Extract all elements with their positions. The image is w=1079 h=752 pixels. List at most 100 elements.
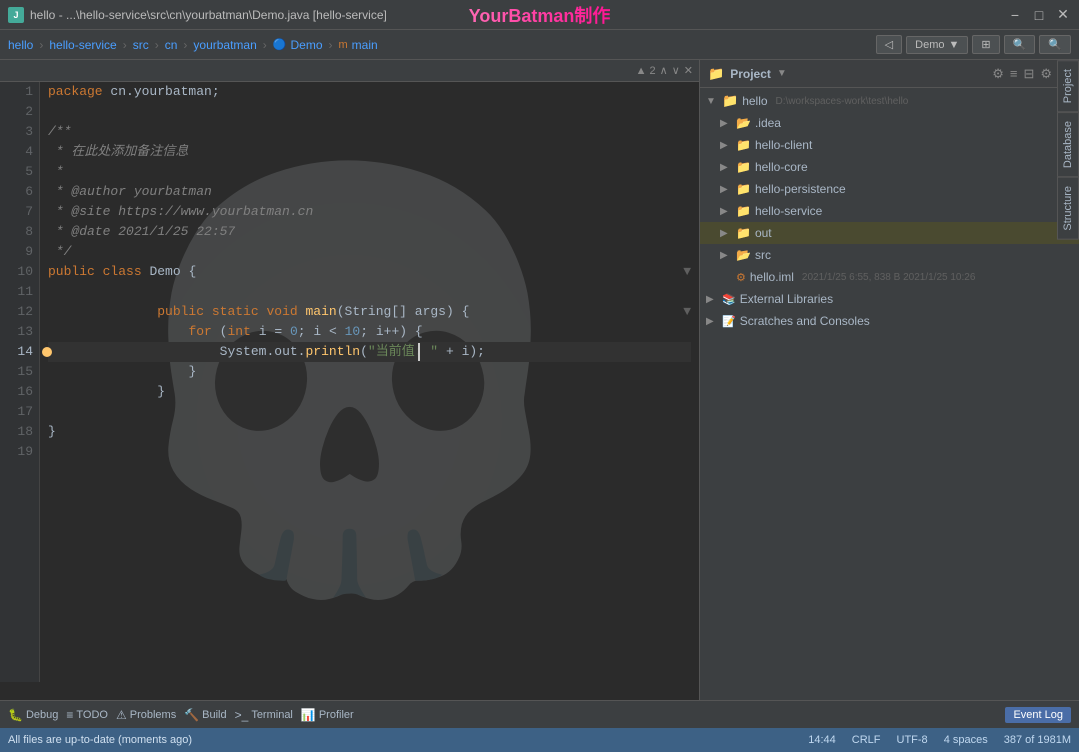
nav-crumb-demo[interactable]: Demo: [290, 38, 322, 52]
ext-label: External Libraries: [740, 292, 833, 306]
tree-out[interactable]: ▶ 📁 out: [700, 222, 1079, 244]
status-message: All files are up-to-date (moments ago): [8, 734, 192, 746]
iml-file-icon: ⚙: [736, 271, 746, 284]
src-label: src: [755, 248, 771, 262]
demo-run-button[interactable]: Demo ▼: [906, 36, 968, 54]
structure-tab[interactable]: Structure: [1057, 177, 1079, 240]
event-log-button[interactable]: Event Log: [1005, 707, 1071, 723]
window-controls: − □ ✕: [1007, 7, 1071, 23]
title-path: ...\hello-service\src\cn\yourbatman\Demo…: [66, 8, 387, 22]
nav-crumb-service[interactable]: hello-service: [49, 38, 116, 52]
code-line-17: [48, 402, 691, 422]
title-app: hello: [30, 8, 55, 22]
project-view-button[interactable]: ⊞: [972, 35, 999, 54]
tree-hello-client[interactable]: ▶ 📁 hello-client: [700, 134, 1079, 156]
idea-folder-icon: 📂: [736, 116, 751, 130]
project-dropdown-arrow[interactable]: ▼: [777, 68, 787, 79]
status-encoding[interactable]: UTF-8: [897, 734, 928, 746]
line-num-4: 4: [6, 142, 33, 162]
code-editor[interactable]: 1 2 3 4 5 6 7 8 9 10 11 12 13 14 15 16 1…: [0, 82, 699, 682]
nav-main-icon: m: [339, 39, 348, 51]
nav-crumb-main[interactable]: main: [352, 38, 378, 52]
database-tab[interactable]: Database: [1057, 112, 1079, 177]
project-folder-icon: 📁: [708, 66, 724, 82]
status-position: 387 of 1981M: [1004, 734, 1071, 746]
sync-action-btn[interactable]: ⚙: [992, 66, 1004, 82]
status-time[interactable]: 14:44: [808, 734, 836, 746]
tree-idea[interactable]: ▶ 📂 .idea: [700, 112, 1079, 134]
tree-hello-iml[interactable]: ▶ ⚙ hello.iml 2021/1/25 6:55, 838 B 2021…: [700, 266, 1079, 288]
root-arrow: ▼: [706, 96, 718, 107]
line-num-1: 1: [6, 82, 33, 102]
client-folder-icon: 📁: [736, 138, 751, 152]
kw-package: package: [48, 82, 103, 102]
fold-btn-10[interactable]: ▼: [683, 262, 691, 282]
nav-crumb-yourbatman[interactable]: yourbatman: [193, 38, 256, 52]
title-text: hello - ...\hello-service\src\cn\yourbat…: [30, 8, 387, 22]
nav-demo-icon: 🔵: [273, 38, 287, 51]
tree-hello-persistence[interactable]: ▶ 📁 hello-persistence: [700, 178, 1079, 200]
sort-action-btn[interactable]: ≡: [1010, 66, 1018, 82]
warning-count[interactable]: ▲ 2: [636, 65, 656, 77]
line-num-19: 19: [6, 442, 33, 462]
close-button[interactable]: ✕: [1055, 7, 1071, 23]
build-label: Build: [202, 709, 226, 721]
service-folder-icon: 📁: [736, 204, 751, 218]
back-nav-button[interactable]: ◁: [876, 35, 902, 54]
persistence-folder-icon: 📁: [736, 182, 751, 196]
scratches-icon: 📝: [722, 315, 736, 328]
find-button[interactable]: 🔍: [1039, 35, 1071, 54]
bottom-toolbar: 🐛 Debug ≡ TODO ⚠ Problems 🔨 Build >_ Ter…: [0, 700, 1079, 728]
main-layout: 💀 ▲ 2 ∧ ∨ ✕ 1 2 3 4 5 6 7 8 9 10 11 12: [0, 60, 1079, 700]
line-numbers: 1 2 3 4 5 6 7 8 9 10 11 12 13 14 15 16 1…: [0, 82, 40, 682]
line-num-3: 3: [6, 122, 33, 142]
demo-run-label: Demo: [915, 39, 944, 51]
code-content[interactable]: package cn.yourbatman; /** * 在此处添加备注信息 *: [40, 82, 699, 682]
maximize-button[interactable]: □: [1031, 7, 1047, 23]
tree-external-libraries[interactable]: ▶ 📚 External Libraries: [700, 288, 1079, 310]
profiler-tab[interactable]: 📊 Profiler: [301, 708, 354, 722]
out-arrow: ▶: [720, 228, 732, 239]
iml-label: hello.iml: [750, 270, 794, 284]
idea-label: .idea: [755, 116, 781, 130]
debug-tab[interactable]: 🐛 Debug: [8, 708, 58, 722]
app-icon: J: [8, 7, 24, 23]
terminal-tab[interactable]: >_ Terminal: [235, 708, 293, 722]
root-folder-icon: 📁: [722, 93, 738, 109]
tree-hello-core[interactable]: ▶ 📁 hello-core: [700, 156, 1079, 178]
line-num-8: 8: [6, 222, 33, 242]
nav-crumb-hello[interactable]: hello: [8, 38, 33, 52]
problems-tab[interactable]: ⚠ Problems: [116, 708, 176, 722]
todo-tab[interactable]: ≡ TODO: [66, 708, 108, 722]
nav-crumb-cn[interactable]: cn: [165, 38, 178, 52]
minimize-button[interactable]: −: [1007, 7, 1023, 23]
status-bar: All files are up-to-date (moments ago) 1…: [0, 728, 1079, 752]
settings-action-btn[interactable]: ⚙: [1040, 66, 1052, 82]
close-warnings-btn[interactable]: ✕: [684, 64, 693, 77]
scroll-up-btn[interactable]: ∧: [660, 64, 668, 77]
status-indent[interactable]: 4 spaces: [944, 734, 988, 746]
nav-crumb-src[interactable]: src: [133, 38, 149, 52]
code-line-19: [48, 442, 691, 462]
title-bar: J hello - ...\hello-service\src\cn\yourb…: [0, 0, 1079, 30]
tree-src[interactable]: ▶ 📂 src: [700, 244, 1079, 266]
collapse-action-btn[interactable]: ⊟: [1023, 66, 1034, 82]
nav-bar: hello › hello-service › src › cn › yourb…: [0, 30, 1079, 60]
code-line-10: public class Demo { ▼: [48, 262, 691, 282]
project-tab[interactable]: Project: [1057, 60, 1079, 112]
tree-hello-service[interactable]: ▶ 📁 hello-service: [700, 200, 1079, 222]
build-tab[interactable]: 🔨 Build: [184, 708, 226, 722]
client-arrow: ▶: [720, 140, 732, 151]
fold-btn-12[interactable]: ▼: [683, 302, 691, 322]
scroll-down-btn[interactable]: ∨: [672, 64, 680, 77]
profiler-label: Profiler: [319, 709, 354, 721]
search-nav-button[interactable]: 🔍: [1004, 35, 1036, 54]
code-line-16: }: [48, 382, 691, 402]
tree-root[interactable]: ▼ 📁 hello D:\workspaces-work\test\hello: [700, 90, 1079, 112]
nav-sep-2: ›: [123, 38, 127, 52]
status-line-endings[interactable]: CRLF: [852, 734, 881, 746]
core-folder-icon: 📁: [736, 160, 751, 174]
tree-scratches[interactable]: ▶ 📝 Scratches and Consoles: [700, 310, 1079, 332]
code-line-8: * @date 2021/1/25 22:57: [48, 222, 691, 242]
watermark: YourBatman制作: [469, 2, 611, 28]
